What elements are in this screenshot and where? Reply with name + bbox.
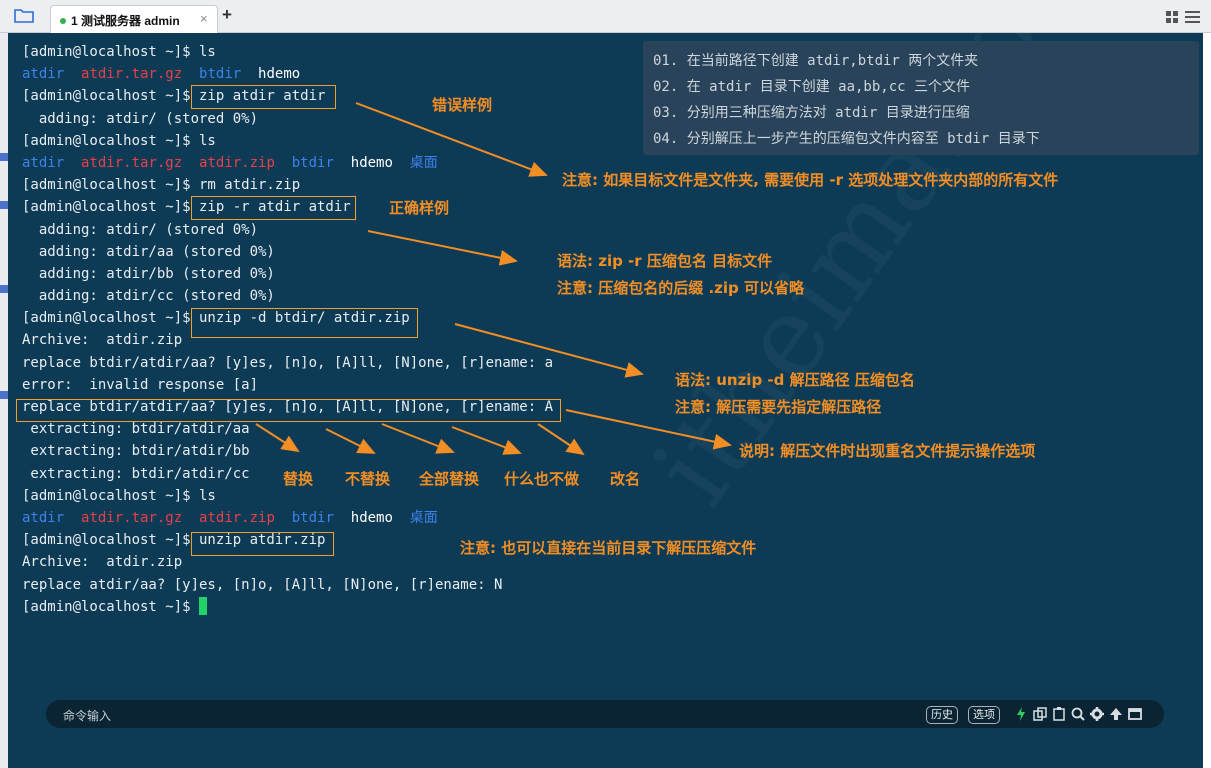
- window-icon[interactable]: [1127, 706, 1143, 722]
- menu-icon[interactable]: [1185, 10, 1200, 23]
- search-icon[interactable]: [1070, 706, 1086, 722]
- add-tab-icon[interactable]: +: [222, 5, 232, 25]
- options-button[interactable]: 选项: [968, 706, 1000, 724]
- arrow: [255, 423, 300, 453]
- arrow: [367, 230, 518, 266]
- folder-icon[interactable]: [14, 8, 34, 23]
- paste-icon[interactable]: [1051, 706, 1067, 722]
- status-dot: [60, 18, 66, 24]
- arrow: [325, 428, 376, 454]
- command-bar[interactable]: 命令输入 历史 选项: [46, 700, 1164, 728]
- left-edge-bar: [0, 33, 8, 768]
- arrow-up-icon[interactable]: [1108, 706, 1124, 722]
- arrow: [451, 426, 522, 455]
- history-button[interactable]: 历史: [926, 706, 958, 724]
- lightning-icon[interactable]: [1013, 706, 1029, 722]
- tab-title: 1 测试服务器 admin: [71, 14, 180, 28]
- copy-icon[interactable]: [1032, 706, 1048, 722]
- annotation-arrows: [255, 102, 732, 456]
- grid-icon[interactable]: [1166, 11, 1178, 23]
- arrow: [537, 423, 585, 456]
- gear-icon[interactable]: [1089, 706, 1105, 722]
- arrow: [454, 323, 644, 378]
- arrow: [381, 423, 455, 454]
- terminal-panel[interactable]: itheima.com [admin@localhost ~]$ lsatdir…: [8, 33, 1203, 768]
- arrow: [355, 102, 548, 177]
- close-icon[interactable]: ×: [200, 11, 208, 26]
- command-input[interactable]: 命令输入: [63, 707, 111, 724]
- tab-session[interactable]: 1 测试服务器 admin ×: [50, 5, 218, 33]
- arrow: [565, 409, 732, 450]
- tab-bar: 1 测试服务器 admin × +: [0, 0, 1211, 33]
